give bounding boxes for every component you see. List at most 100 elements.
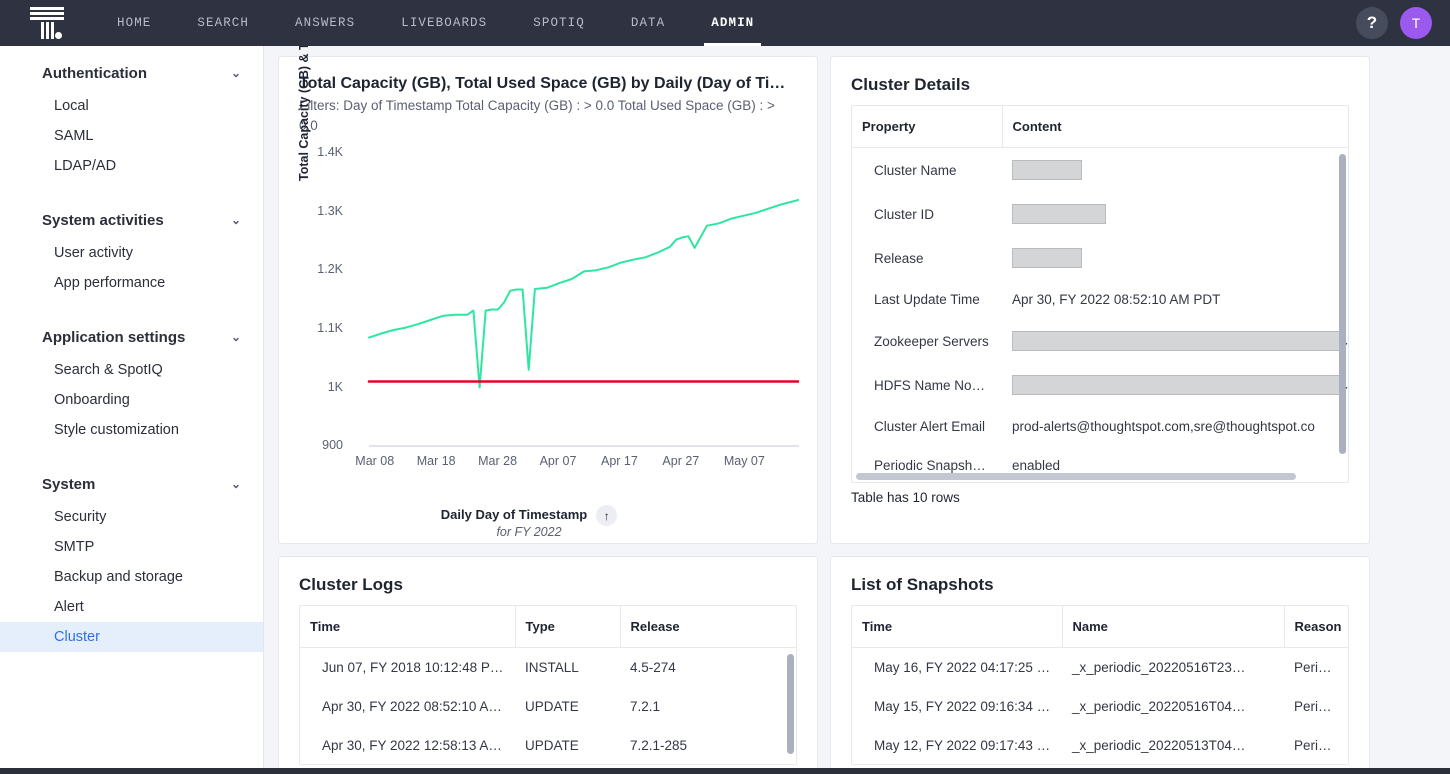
sidebar-item-security[interactable]: Security [0, 502, 263, 532]
y-axis-tick-label: 1.3K [299, 204, 343, 218]
sidebar-item-user-activity[interactable]: User activity [0, 238, 263, 268]
cell-content [1002, 148, 1348, 193]
column-header-content[interactable]: Content [1002, 106, 1348, 148]
cell-release: 7.2.1-285 [620, 726, 796, 765]
table-header-row: TimeNameReason [852, 606, 1348, 648]
nav-item-data[interactable]: DATA [608, 0, 688, 46]
cluster-details-table: PropertyContent Cluster NameCluster IDRe… [852, 106, 1348, 483]
table-body: Jun 07, FY 2018 10:12:48 P…INSTALL4.5-27… [300, 648, 796, 766]
snapshots-table-wrapper: TimeNameReason May 16, FY 2022 04:17:25 … [851, 605, 1349, 765]
x-axis-tick-label: Apr 17 [601, 454, 638, 468]
cell-name: _x_periodic_20220513T04… [1062, 726, 1284, 765]
table-body: Cluster NameCluster IDReleaseLast Update… [852, 148, 1348, 484]
sidebar-item-backup-and-storage[interactable]: Backup and storage [0, 562, 263, 592]
sidebar-item-cluster[interactable]: Cluster [0, 622, 263, 652]
nav-right-actions: ? T [1356, 7, 1450, 39]
table-header-row: TimeTypeRelease [300, 606, 796, 648]
sidebar-item-local[interactable]: Local [0, 91, 263, 121]
nav-item-spotiq[interactable]: SPOTIQ [510, 0, 608, 46]
column-header-type[interactable]: Type [515, 606, 620, 648]
cell-content [1002, 236, 1348, 280]
cell-reason: Periodic [1284, 726, 1348, 765]
chart-plot-area[interactable]: Total Capacity (GB) & Total Used Space (… [299, 141, 799, 501]
column-header-reason[interactable]: Reason [1284, 606, 1348, 648]
main-content: Total Capacity (GB), Total Used Space (G… [264, 46, 1450, 768]
sidebar-group-label: Authentication [42, 65, 147, 82]
x-axis-subcaption: for FY 2022 [279, 525, 779, 539]
table-row[interactable]: Zookeeper Servers [852, 319, 1348, 363]
sidebar-item-smtp[interactable]: SMTP [0, 532, 263, 562]
help-icon[interactable]: ? [1356, 7, 1388, 39]
snapshots-table: TimeNameReason May 16, FY 2022 04:17:25 … [852, 606, 1348, 765]
table-row[interactable]: Release [852, 236, 1348, 280]
x-axis-tick-label: Mar 08 [355, 454, 394, 468]
app-root: HOMESEARCHANSWERSLIVEBOARDSSPOTIQDATAADM… [0, 0, 1450, 774]
table-row[interactable]: Last Update TimeApr 30, FY 2022 08:52:10… [852, 280, 1348, 319]
sort-ascending-icon[interactable]: ↑ [596, 505, 617, 526]
table-row[interactable]: Apr 30, FY 2022 08:52:10 A…UPDATE7.2.1 [300, 687, 796, 726]
chevron-down-icon[interactable]: ⌄ [231, 331, 241, 343]
column-header-time[interactable]: Time [300, 606, 515, 648]
table-row[interactable]: HDFS Name Nod… [852, 363, 1348, 407]
x-axis-tick-label: Apr 27 [662, 454, 699, 468]
cell-release: 7.2.1 [620, 687, 796, 726]
column-header-property[interactable]: Property [852, 106, 1002, 148]
column-header-time[interactable]: Time [852, 606, 1062, 648]
column-header-name[interactable]: Name [1062, 606, 1284, 648]
cell-type: INSTALL [515, 648, 620, 688]
x-axis-tick-label: May 07 [724, 454, 765, 468]
vertical-scrollbar[interactable] [1339, 154, 1346, 454]
nav-item-search[interactable]: SEARCH [174, 0, 272, 46]
x-axis-tick-label: Mar 28 [478, 454, 517, 468]
sidebar-group-system-activities[interactable]: System activities⌄ [0, 203, 263, 238]
column-header-release[interactable]: Release [620, 606, 796, 648]
nav-item-answers[interactable]: ANSWERS [272, 0, 378, 46]
sidebar-group-authentication[interactable]: Authentication ⌄ [0, 56, 263, 91]
cell-content: Apr 30, FY 2022 08:52:10 AM PDT [1002, 280, 1348, 319]
table-row[interactable]: May 15, FY 2022 09:16:34 P…_x_periodic_2… [852, 687, 1348, 726]
table-row[interactable]: Jun 07, FY 2018 10:12:48 P…INSTALL4.5-27… [300, 648, 796, 688]
table-row[interactable]: May 16, FY 2022 04:17:25 P…_x_periodic_2… [852, 648, 1348, 688]
thoughtspot-logo[interactable] [0, 0, 94, 46]
chevron-down-icon[interactable]: ⌄ [231, 67, 241, 79]
cell-name: _x_periodic_20220516T23… [1062, 648, 1284, 688]
sidebar-group-system[interactable]: System⌄ [0, 467, 263, 502]
sidebar-item-onboarding[interactable]: Onboarding [0, 385, 263, 415]
list-of-snapshots-card: List of Snapshots TimeNameReason May 16,… [830, 556, 1370, 768]
cell-reason: Periodic [1284, 687, 1348, 726]
table-body: May 16, FY 2022 04:17:25 P…_x_periodic_2… [852, 648, 1348, 766]
avatar[interactable]: T [1400, 7, 1432, 39]
cell-time: Jun 07, FY 2018 10:12:48 P… [300, 648, 515, 688]
cell-type: UPDATE [515, 687, 620, 726]
chevron-down-icon[interactable]: ⌄ [231, 478, 241, 490]
table-row[interactable]: Cluster Name [852, 148, 1348, 193]
sidebar-item-app-performance[interactable]: App performance [0, 268, 263, 298]
sidebar: Authentication ⌄ LocalSAMLLDAP/AD System ac… [0, 46, 264, 768]
table-row[interactable]: Cluster Alert Emailprod-alerts@thoughtsp… [852, 407, 1348, 446]
cluster-logs-title: Cluster Logs [299, 575, 797, 595]
table-row[interactable]: May 12, FY 2022 09:17:43 P…_x_periodic_2… [852, 726, 1348, 765]
horizontal-scrollbar[interactable] [856, 473, 1296, 480]
sidebar-item-alert[interactable]: Alert [0, 592, 263, 622]
sidebar-group-gap [0, 181, 263, 203]
cell-time: May 16, FY 2022 04:17:25 P… [852, 648, 1062, 688]
sidebar-item-saml[interactable]: SAML [0, 121, 263, 151]
vertical-scrollbar[interactable] [787, 654, 794, 754]
table-header-row: PropertyContent [852, 106, 1348, 148]
nav-item-liveboards[interactable]: LIVEBOARDS [378, 0, 510, 46]
sidebar-item-ldap-ad[interactable]: LDAP/AD [0, 151, 263, 181]
y-axis-tick-label: 1.4K [299, 145, 343, 159]
sidebar-item-search-spotiq[interactable]: Search & SpotIQ [0, 355, 263, 385]
cell-property: HDFS Name Nod… [852, 363, 1002, 407]
table-row[interactable]: Cluster ID [852, 192, 1348, 236]
cluster-logs-table: TimeTypeRelease Jun 07, FY 2018 10:12:48… [300, 606, 796, 765]
top-row: Total Capacity (GB), Total Used Space (G… [278, 56, 1436, 544]
sidebar-item-style-customization[interactable]: Style customization [0, 415, 263, 445]
chart-svg [299, 141, 799, 501]
cell-property: Cluster ID [852, 192, 1002, 236]
chevron-down-icon[interactable]: ⌄ [231, 214, 241, 226]
table-row[interactable]: Apr 30, FY 2022 12:58:13 A…UPDATE7.2.1-2… [300, 726, 796, 765]
nav-item-home[interactable]: HOME [94, 0, 174, 46]
nav-item-admin[interactable]: ADMIN [688, 0, 777, 46]
sidebar-group-application-settings[interactable]: Application settings⌄ [0, 320, 263, 355]
